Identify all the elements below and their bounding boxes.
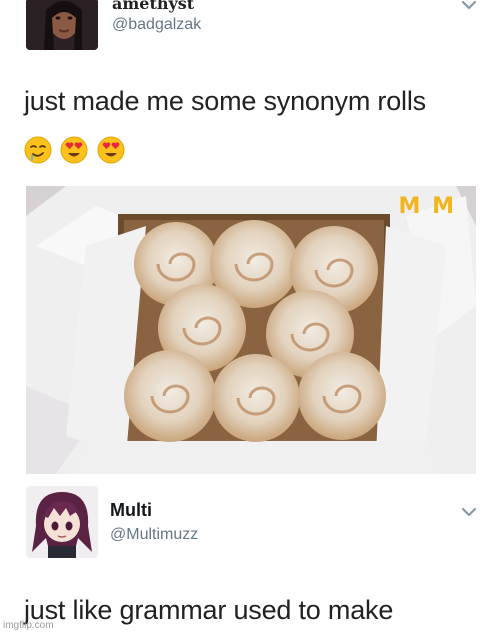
tweet-text: just like grammar used to make — [24, 595, 394, 625]
tweet-header: amethyst @badgalzak — [0, 0, 500, 60]
username-handle[interactable]: @badgalzak — [112, 16, 201, 34]
emoji-row — [24, 136, 129, 164]
watermark: imgflip.com — [3, 620, 54, 631]
username-handle[interactable]: @Multimuzz — [110, 526, 198, 544]
cinnamon-rolls-image — [26, 186, 476, 474]
drooling-face-icon — [24, 136, 52, 164]
chevron-down-icon[interactable] — [460, 505, 478, 519]
photo-caption-text: M M — [398, 194, 456, 219]
display-name[interactable]: amethyst — [112, 0, 194, 13]
tweet-text: just made me some synonym rolls — [24, 86, 426, 116]
chevron-down-icon[interactable] — [460, 0, 478, 12]
display-name[interactable]: Multi — [110, 500, 152, 521]
attached-photo[interactable]: M M — [26, 186, 476, 474]
avatar[interactable] — [26, 486, 98, 558]
heart-eyes-icon — [60, 136, 88, 164]
heart-eyes-icon — [97, 136, 125, 164]
avatar[interactable] — [26, 0, 98, 50]
